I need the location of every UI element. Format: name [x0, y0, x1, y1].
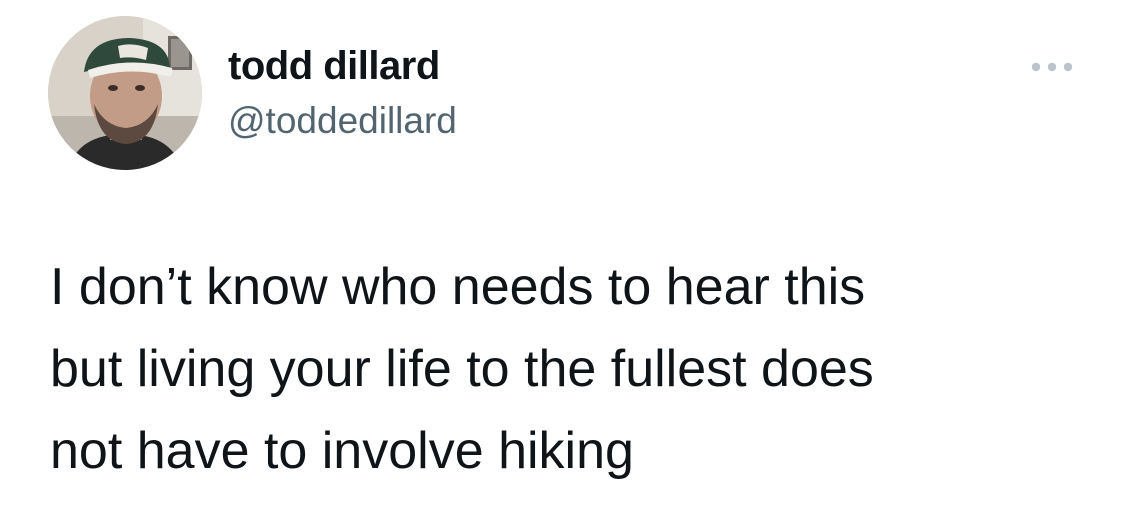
user-avatar-icon: [48, 16, 202, 170]
more-options-button[interactable]: [1022, 52, 1082, 82]
avatar[interactable]: [48, 16, 202, 170]
tweet-text: I don’t know who needs to hear this but …: [50, 258, 874, 480]
display-name[interactable]: todd dillard: [228, 44, 440, 89]
tweet-card: todd dillard @toddedillard I don’t know …: [0, 0, 1125, 508]
more-horizontal-icon: [1031, 62, 1073, 72]
user-handle[interactable]: @toddedillard: [228, 100, 457, 142]
